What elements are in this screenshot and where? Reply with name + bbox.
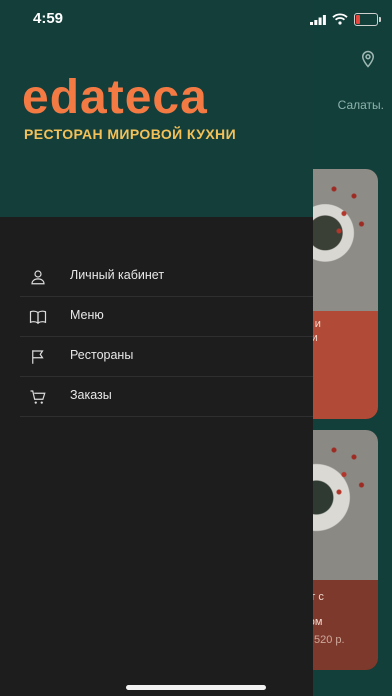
side-drawer: edateca РЕСТОРАН МИРОВОЙ КУХНИ Личный ка… <box>0 0 313 696</box>
home-indicator[interactable] <box>126 685 266 690</box>
cellular-signal-icon <box>310 15 326 25</box>
menu-item-label: Меню <box>70 308 104 322</box>
cart-icon <box>30 390 46 404</box>
category-tab[interactable]: Салаты. <box>338 98 384 112</box>
status-time: 4:59 <box>33 10 64 27</box>
flag-icon <box>32 350 44 364</box>
menu-item-label: Заказы <box>70 388 112 402</box>
book-icon <box>29 310 47 325</box>
brand-tagline: РЕСТОРАН МИРОВОЙ КУХНИ <box>24 126 237 142</box>
dish-price: 520 р. <box>314 634 345 646</box>
location-pin-icon[interactable] <box>359 50 377 68</box>
wifi-icon <box>332 13 348 25</box>
menu-item-account[interactable]: Личный кабинет <box>20 257 313 297</box>
drawer-menu: Личный кабинет Меню Рестораны Заказы <box>0 257 313 417</box>
menu-item-label: Рестораны <box>70 348 134 362</box>
menu-item-restaurants[interactable]: Рестораны <box>20 337 313 377</box>
battery-icon <box>354 13 381 26</box>
user-icon <box>31 270 45 285</box>
menu-item-orders[interactable]: Заказы <box>20 377 313 417</box>
menu-item-menu[interactable]: Меню <box>20 297 313 337</box>
status-bar: 4:59 <box>0 0 392 44</box>
menu-item-label: Личный кабинет <box>70 268 165 282</box>
brand-logo: edateca <box>22 71 208 124</box>
